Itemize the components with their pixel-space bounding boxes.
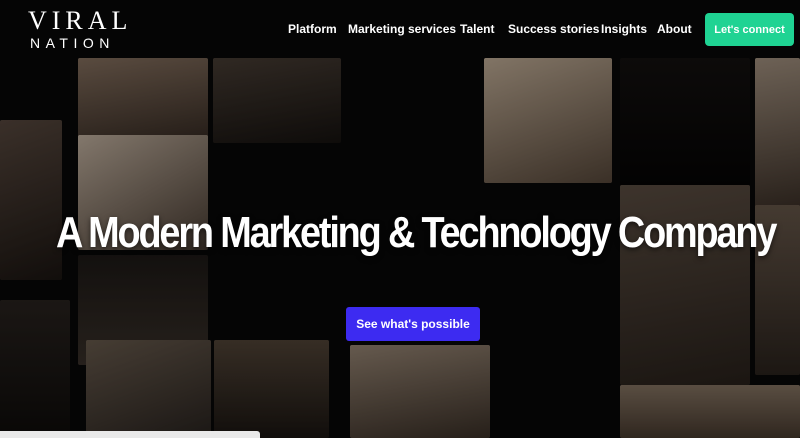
photo-tile xyxy=(350,345,490,438)
photo-tile xyxy=(86,340,211,438)
see-whats-possible-button[interactable]: See what's possible xyxy=(346,307,480,341)
logo-line1: VIRAL xyxy=(28,6,133,35)
photo-tile xyxy=(78,58,208,138)
photo-tile xyxy=(755,58,800,208)
nav-item-platform[interactable]: Platform xyxy=(288,20,337,38)
logo-line2: NATION xyxy=(30,35,115,51)
photo-tile xyxy=(214,340,329,438)
nav-item-talent[interactable]: Talent xyxy=(460,20,494,38)
browser-status-bar xyxy=(0,431,260,438)
hero-section: VIRAL NATION Platform Marketing services… xyxy=(0,0,800,438)
photo-tile xyxy=(0,300,70,438)
nav-item-about[interactable]: About xyxy=(657,20,692,38)
hero-title: A Modern Marketing & Technology Company xyxy=(56,208,777,257)
nav-item-insights[interactable]: Insights xyxy=(601,20,647,38)
nav-item-marketing-services[interactable]: Marketing services xyxy=(348,20,456,38)
photo-tile xyxy=(0,120,62,280)
brand-logo[interactable]: VIRAL NATION xyxy=(28,8,128,51)
photo-tile xyxy=(213,58,341,143)
photo-tile xyxy=(620,385,800,438)
lets-connect-button[interactable]: Let's connect xyxy=(705,13,794,46)
nav-item-success-stories[interactable]: Success stories xyxy=(508,20,599,38)
top-navigation: VIRAL NATION Platform Marketing services… xyxy=(0,0,800,58)
photo-tile xyxy=(620,58,750,188)
photo-tile xyxy=(484,58,612,183)
